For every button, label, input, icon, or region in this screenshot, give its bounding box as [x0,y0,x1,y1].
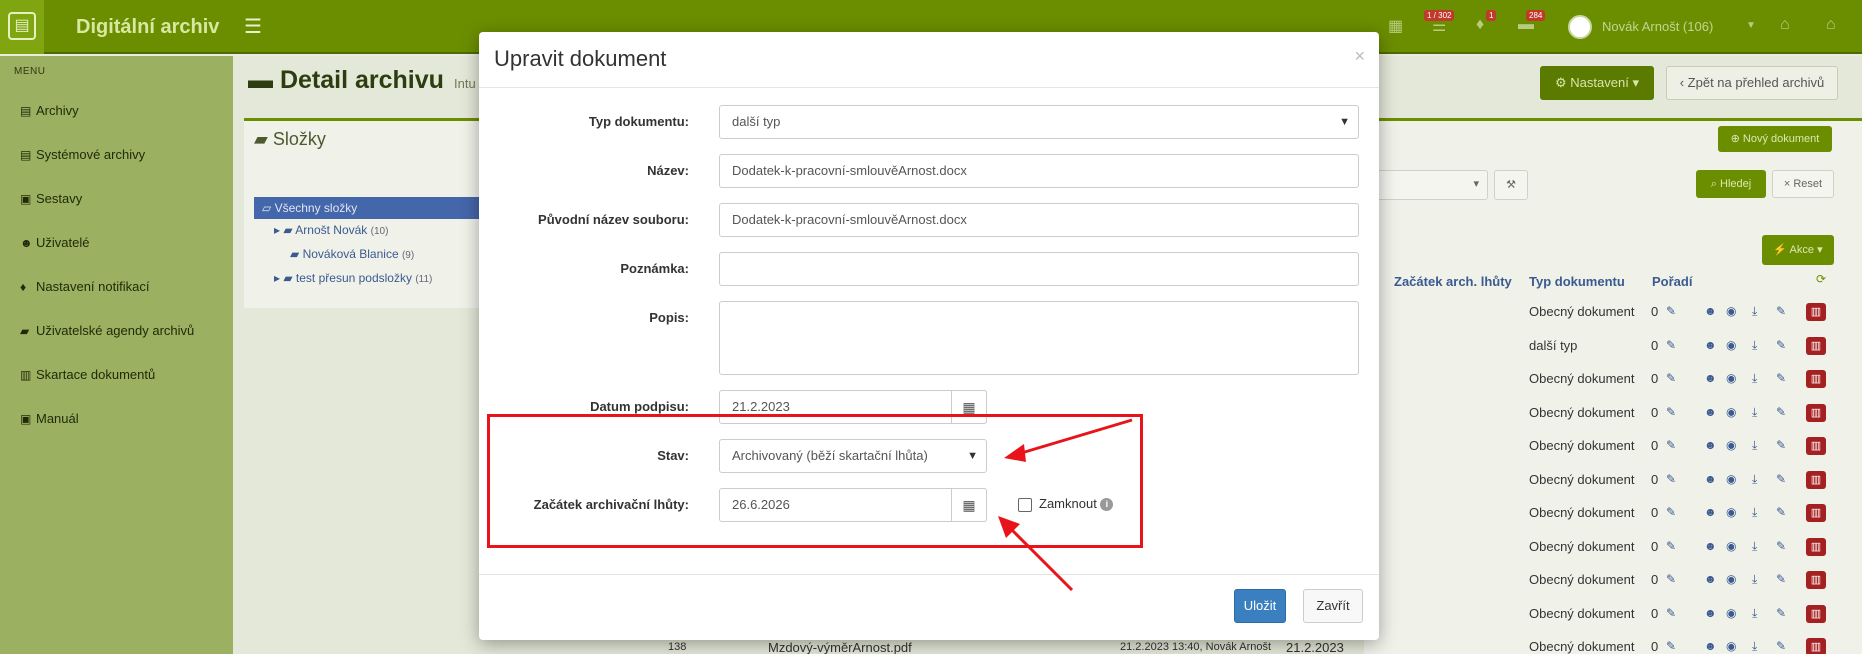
annotation-arrow-state [1017,418,1133,456]
annotation-arrowhead-state [1004,444,1026,462]
annotation-arrows [998,418,1133,592]
annotation-arrow-archive-start [1008,526,1074,592]
